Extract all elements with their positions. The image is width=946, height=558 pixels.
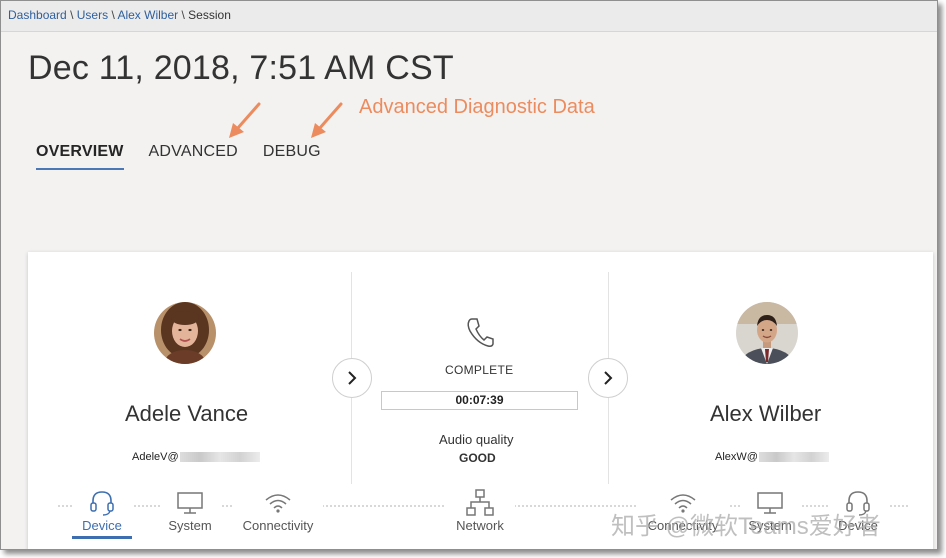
- network-icon: [466, 489, 494, 516]
- nav-caller-system[interactable]: System: [160, 488, 220, 533]
- nav-caller-connectivity[interactable]: Connectivity: [233, 488, 323, 533]
- nav-label: Device: [82, 518, 122, 533]
- nav-label: System: [168, 518, 212, 533]
- redacted-block: [179, 452, 260, 463]
- caller-email: AdeleV@: [132, 451, 260, 463]
- chevron-right-icon: [348, 371, 357, 385]
- nav-label: Connectivity: [242, 518, 314, 533]
- caller-email-prefix: AdeleV@: [132, 451, 179, 463]
- callee-avatar: [736, 302, 798, 364]
- audio-quality-value: GOOD: [459, 451, 496, 465]
- call-duration: 00:07:39: [381, 391, 578, 410]
- active-indicator: [72, 536, 132, 539]
- annotation-arrow: [235, 102, 261, 131]
- callee-name: Alex Wilber: [710, 401, 822, 426]
- caller-avatar: [154, 302, 216, 364]
- phone-icon: [467, 318, 494, 347]
- caller-name: Adele Vance: [125, 401, 249, 426]
- tab-overview[interactable]: OVERVIEW: [36, 143, 124, 170]
- call-status: COMPLETE: [445, 363, 514, 377]
- nav-label: Network: [456, 518, 504, 533]
- wifi-icon: [265, 494, 291, 513]
- audio-quality-label: Audio quality: [439, 432, 514, 447]
- annotation-label: Advanced Diagnostic Data: [359, 96, 595, 118]
- session-tabs: OVERVIEW ADVANCED DEBUG: [36, 143, 346, 170]
- tab-advanced[interactable]: ADVANCED: [149, 143, 238, 170]
- callee-email: AlexW@: [715, 451, 829, 463]
- annotation-arrow: [317, 102, 343, 131]
- nav-caller-device[interactable]: Device: [72, 488, 132, 539]
- chevron-right-icon: [604, 371, 613, 385]
- watermark: 知乎 @微软Teams爱好者: [611, 513, 881, 540]
- next-arrow-button[interactable]: [332, 358, 372, 398]
- next-arrow-button[interactable]: [588, 358, 628, 398]
- app-window: Dashboard \ Users \ Alex Wilber \ Sessio…: [0, 0, 938, 550]
- tab-debug[interactable]: DEBUG: [263, 143, 321, 170]
- nav-network[interactable]: Network: [445, 488, 515, 533]
- callee-email-prefix: AlexW@: [715, 451, 758, 463]
- redacted-block: [758, 452, 829, 463]
- monitor-icon: [177, 492, 203, 514]
- headset-icon: [90, 491, 114, 516]
